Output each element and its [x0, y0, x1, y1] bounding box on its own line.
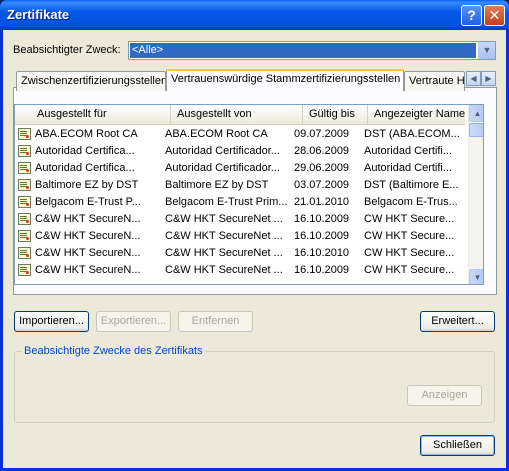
tab-scroll-left-icon[interactable]: ◀: [466, 71, 481, 86]
column-header-expiration[interactable]: Gültig bis: [303, 105, 368, 124]
certificate-icon: [18, 179, 31, 191]
certificate-list[interactable]: Ausgestellt für Ausgestellt von Gültig b…: [14, 104, 484, 285]
scroll-down-icon[interactable]: ▼: [469, 269, 483, 284]
table-row[interactable]: ABA.ECOM Root CA ABA.ECOM Root CA 09.07.20…: [15, 126, 465, 143]
certificate-icon: [18, 213, 31, 225]
table-cell: Autoridad Certificador...: [165, 162, 280, 174]
table-row[interactable]: Autoridad Certifica... Autoridad Certific…: [15, 143, 465, 160]
table-cell: Baltimore EZ by DST: [35, 179, 139, 191]
table-cell: 03.07.2009: [294, 179, 350, 191]
tab-trusted-root-cas[interactable]: Vertrauenswürdige Stammzertifizierungsst…: [166, 69, 404, 91]
table-cell: Belgacom E-Trust P...: [35, 196, 141, 208]
close-window-button[interactable]: ✕: [484, 5, 505, 26]
table-cell: Autoridad Certificador...: [165, 145, 280, 157]
table-cell: C&W HKT SecureNet ...: [165, 247, 283, 259]
chevron-down-icon[interactable]: ▼: [478, 42, 495, 59]
table-cell: 21.01.2010: [294, 196, 350, 208]
column-header-issued-to[interactable]: Ausgestellt für: [15, 105, 171, 124]
table-cell: Baltimore EZ by DST: [165, 179, 269, 191]
table-cell: 16.10.2009: [294, 264, 350, 276]
table-cell: C&W HKT SecureNet ...: [165, 264, 283, 276]
table-row[interactable]: C&W HKT SecureN... C&W HKT SecureNet ... 1…: [15, 262, 465, 279]
table-cell: DST (Baltimore E...: [364, 179, 459, 191]
table-cell: Autoridad Certifi...: [364, 162, 453, 174]
list-scrollbar[interactable]: ▲ ▼: [468, 105, 483, 284]
table-cell: Autoridad Certifica...: [35, 145, 135, 157]
table-cell: 09.07.2009: [294, 128, 350, 140]
purpose-dropdown[interactable]: <Alle> ▼: [128, 41, 496, 60]
table-cell: CW HKT Secure...: [364, 247, 455, 259]
title-bar[interactable]: Zertifikate ? ✕: [0, 0, 509, 30]
table-row[interactable]: C&W HKT SecureN... C&W HKT SecureNet ... 1…: [15, 245, 465, 262]
tab-scroll-right-icon[interactable]: ▶: [481, 71, 496, 86]
table-cell: CW HKT Secure...: [364, 264, 455, 276]
table-cell: 29.06.2009: [294, 162, 350, 174]
table-row[interactable]: Autoridad Certifica... Autoridad Certific…: [15, 160, 465, 177]
table-cell: C&W HKT SecureN...: [35, 213, 141, 225]
close-button[interactable]: Schließen: [420, 435, 495, 456]
tab-intermediate-cas[interactable]: Zwischenzertifizierungsstellen: [16, 71, 166, 91]
table-cell: 16.10.2009: [294, 230, 350, 242]
tab-trusted-publishers[interactable]: Vertraute Herausgeber: [404, 71, 465, 91]
table-cell: Belgacom E-Trust Prim...: [165, 196, 287, 208]
view-button[interactable]: Anzeigen: [407, 385, 482, 406]
help-button[interactable]: ?: [461, 5, 482, 26]
purpose-selected-value: <Alle>: [130, 43, 476, 58]
table-cell: DST (ABA.ECOM...: [364, 128, 460, 140]
advanced-button[interactable]: Erweitert...: [420, 311, 495, 332]
table-row[interactable]: Belgacom E-Trust P... Belgacom E-Trust Pr…: [15, 194, 465, 211]
table-cell: C&W HKT SecureN...: [35, 247, 141, 259]
table-cell: Autoridad Certifica...: [35, 162, 135, 174]
table-row[interactable]: C&W HKT SecureN... C&W HKT SecureNet ... 1…: [15, 211, 465, 228]
table-cell: CW HKT Secure...: [364, 230, 455, 242]
table-cell: Autoridad Certifi...: [364, 145, 453, 157]
table-cell: 16.10.2009: [294, 213, 350, 225]
list-header: Ausgestellt für Ausgestellt von Gültig b…: [15, 105, 465, 125]
certificate-icon: [18, 264, 31, 276]
window-title: Zertifikate: [7, 7, 70, 22]
certificate-icon: [18, 128, 31, 140]
column-header-issued-by[interactable]: Ausgestellt von: [171, 105, 303, 124]
table-row[interactable]: Baltimore EZ by DST Baltimore EZ by DST 03…: [15, 177, 465, 194]
table-cell: Belgacom E-Trus...: [364, 196, 458, 208]
table-cell: ABA.ECOM Root CA: [35, 128, 138, 140]
scroll-thumb[interactable]: [469, 123, 483, 137]
table-row[interactable]: C&W HKT SecureN... C&W HKT SecureNet ... 1…: [15, 228, 465, 245]
table-cell: 16.10.2010: [294, 247, 350, 259]
table-cell: C&W HKT SecureN...: [35, 264, 141, 276]
import-button[interactable]: Importieren...: [14, 311, 89, 332]
scroll-up-icon[interactable]: ▲: [469, 105, 483, 122]
certificate-icon: [18, 196, 31, 208]
table-cell: C&W HKT SecureNet ...: [165, 230, 283, 242]
table-cell: C&W HKT SecureNet ...: [165, 213, 283, 225]
certificate-icon: [18, 230, 31, 242]
table-cell: C&W HKT SecureN...: [35, 230, 141, 242]
intended-purposes-label: Beabsichtigte Zwecke des Zertifikats: [22, 345, 205, 357]
certificate-icon: [18, 247, 31, 259]
certificate-icon: [18, 162, 31, 174]
table-cell: ABA.ECOM Root CA: [165, 128, 268, 140]
column-header-friendly-name[interactable]: Angezeigter Name: [368, 105, 465, 124]
remove-button[interactable]: Entfernen: [178, 311, 253, 332]
table-cell: CW HKT Secure...: [364, 213, 455, 225]
purpose-label: Beabsichtigter Zweck:: [13, 44, 121, 56]
export-button[interactable]: Exportieren...: [96, 311, 171, 332]
table-cell: 28.06.2009: [294, 145, 350, 157]
certificate-icon: [18, 145, 31, 157]
